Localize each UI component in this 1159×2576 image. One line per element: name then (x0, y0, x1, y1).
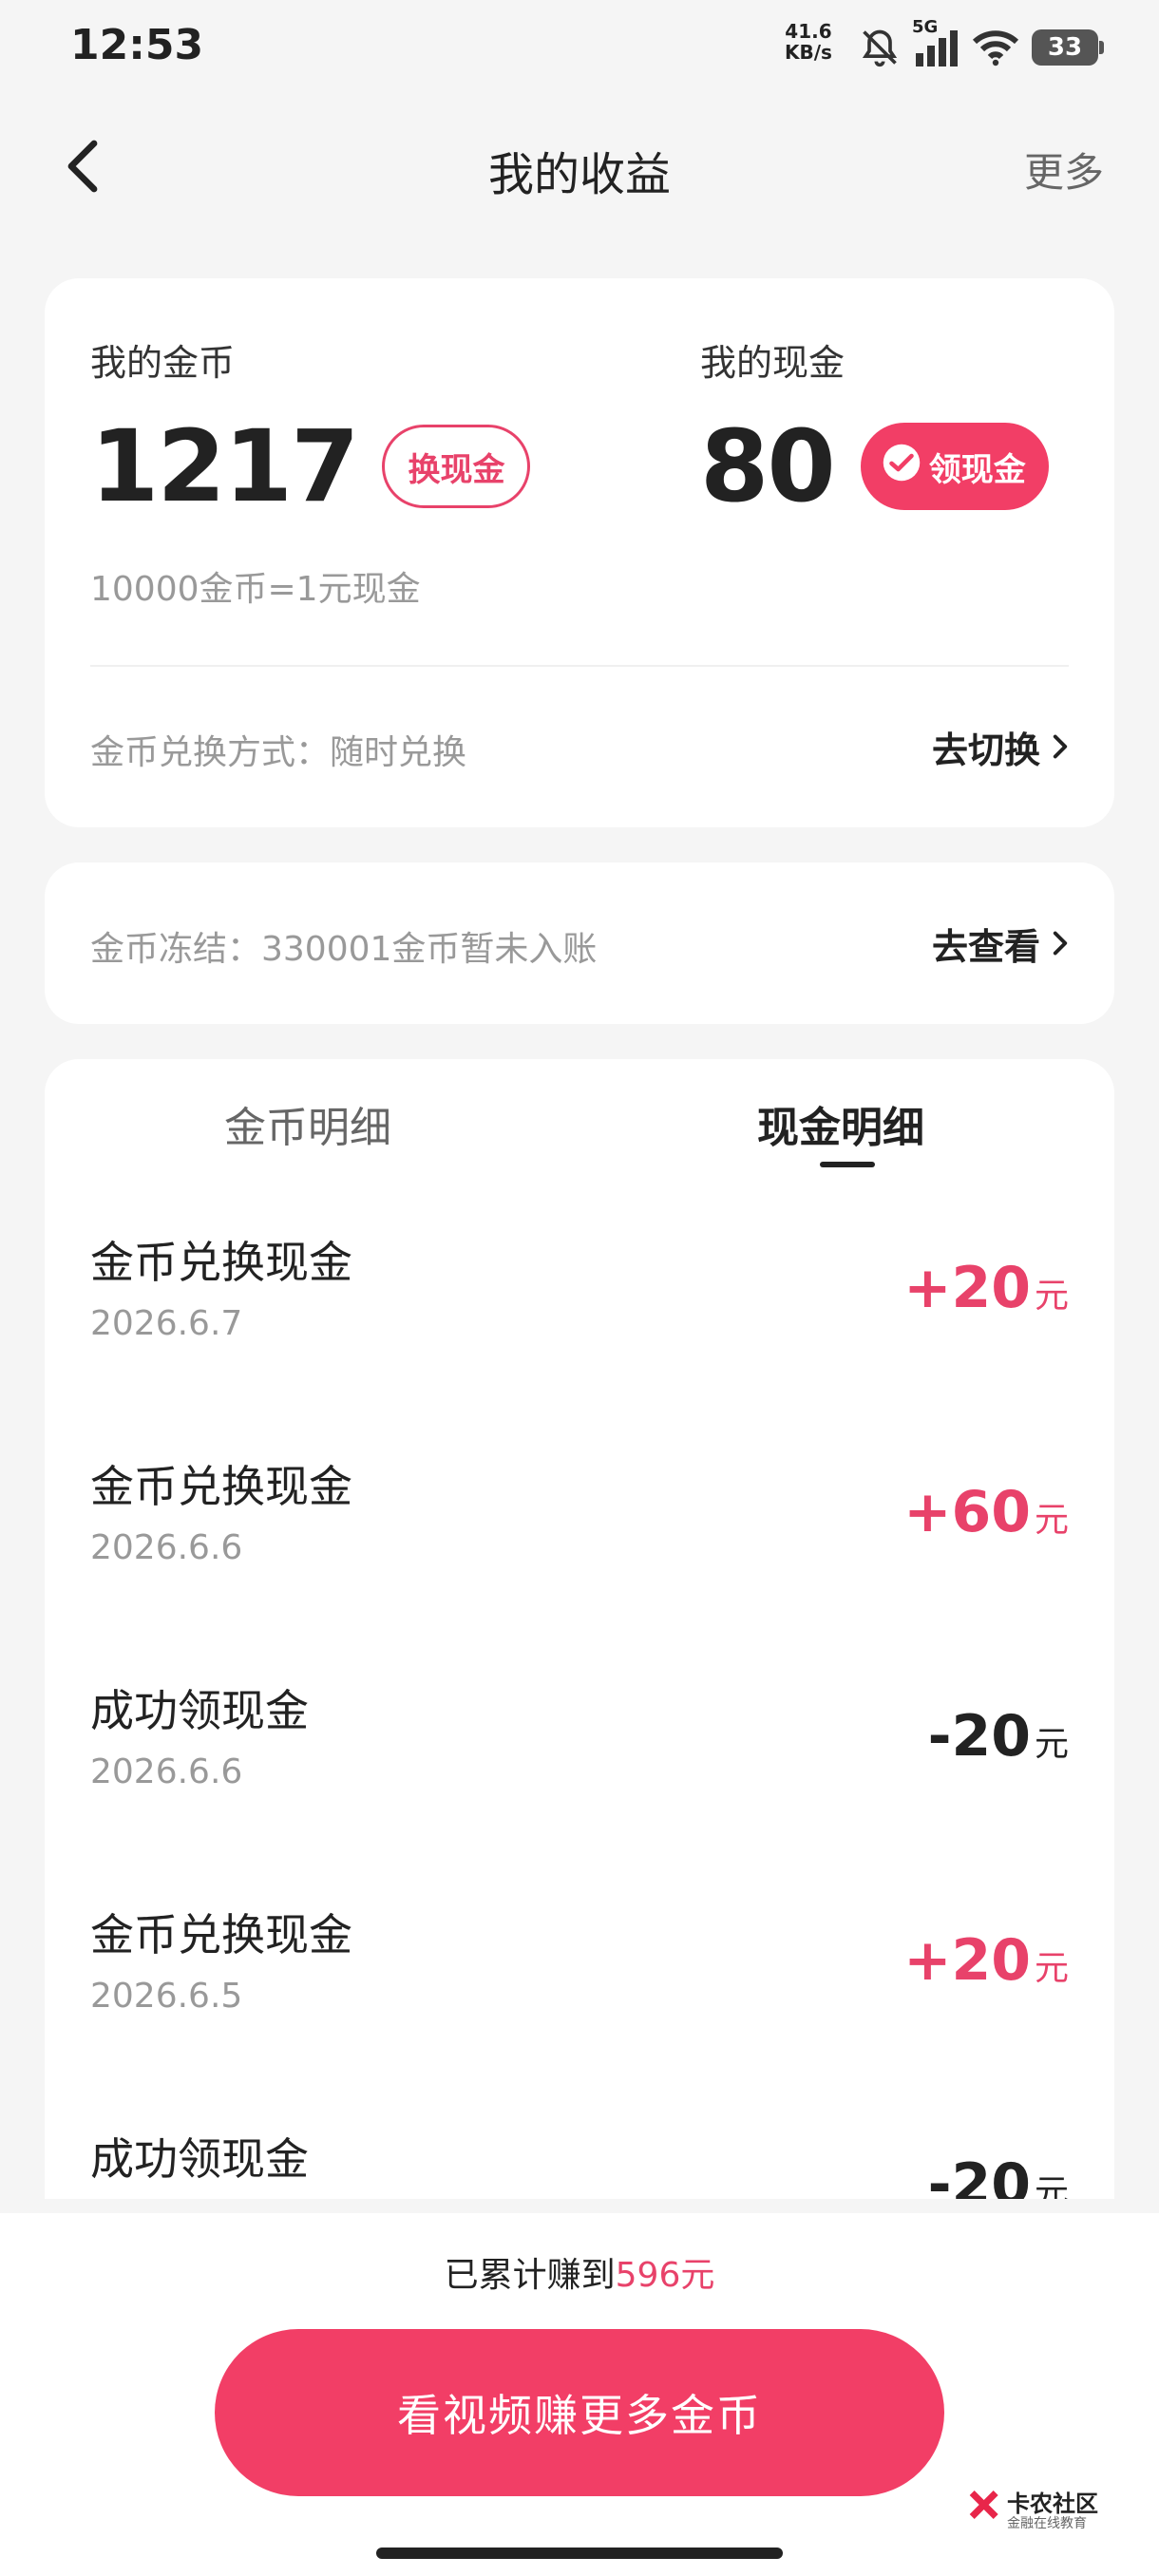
chevron-right-icon (1052, 923, 1069, 965)
record-title: 成功领现金 (90, 2133, 309, 2185)
record-amount-unit: 元 (1034, 1949, 1069, 1988)
record-amount: +60 元 (903, 1479, 1069, 1545)
record-amount-value: -20 (927, 1703, 1031, 1770)
coin-value: 1217 (90, 408, 359, 524)
total-earned-prefix: 已累计赚到 (444, 2256, 616, 2295)
record-amount: -20 元 (928, 2151, 1069, 2199)
record-title: 成功领现金 (90, 1685, 309, 1736)
exchange-rate-text: 10000金币=1元现金 (90, 570, 421, 609)
bell-muted-icon (859, 27, 901, 68)
wifi-icon (973, 28, 1018, 66)
watermark-logo: 卡农社区 金融在线教育 (963, 2491, 1098, 2532)
header: 我的收益 更多 (0, 114, 1159, 218)
record-amount-value: -20 (927, 2151, 1031, 2199)
status-bar: 12:53 41.6 KB/s 5G 33 (0, 0, 1159, 95)
record-amount: -20 元 (928, 1703, 1069, 1770)
switch-method-label: 去切换 (931, 729, 1040, 771)
more-button[interactable]: 更多 (1024, 141, 1104, 199)
coin-balance: 我的金币 1217 换现金 (90, 333, 531, 524)
network-type: 5G (912, 17, 939, 37)
divider (90, 665, 1069, 667)
record-item[interactable]: 金币兑换现金 2026.6.6 +60 元 (45, 1426, 1114, 1650)
active-tab-indicator (820, 1162, 875, 1167)
record-amount-value: +20 (903, 1255, 1031, 1321)
record-date: 2026.6.6 (90, 1528, 243, 1567)
cash-label: 我的现金 (700, 342, 846, 384)
record-item[interactable]: 金币兑换现金 2026.6.5 +20 元 (45, 1874, 1114, 2098)
watermark-sub: 金融在线教育 (1007, 2516, 1087, 2531)
record-date: 2026.6.7 (90, 1304, 243, 1343)
chevron-right-icon (1052, 727, 1069, 768)
record-date: 2026.6.6 (90, 1752, 243, 1791)
tab-coin-detail[interactable]: 金币明细 (224, 1093, 391, 1154)
frozen-coins-card: 金币冻结：330001金币暂未入账 去查看 (45, 862, 1114, 1024)
record-amount-value: +20 (903, 1927, 1031, 1994)
view-frozen-link[interactable]: 去查看 (932, 918, 1069, 970)
total-earned: 已累计赚到596元 (0, 2247, 1159, 2297)
record-amount: +20 元 (903, 1927, 1069, 1994)
network-speed: 41.6 KB/s (785, 21, 832, 63)
view-frozen-label: 去查看 (931, 926, 1040, 968)
cellular-signal-icon: 5G (912, 17, 960, 66)
cash-value: 80 (700, 408, 836, 524)
tab-cash-detail[interactable]: 现金明细 (757, 1093, 924, 1154)
total-earned-amount: 596元 (615, 2256, 715, 2295)
watermark-main: 卡农社区 (1007, 2491, 1098, 2517)
record-amount-unit: 元 (1034, 1501, 1069, 1540)
watch-video-button[interactable]: 看视频赚更多金币 (215, 2329, 944, 2496)
record-date: 2026.6.5 (90, 1977, 243, 2016)
battery-icon: 33 (1032, 29, 1104, 66)
exchange-method-text: 金币兑换方式：随时兑换 (90, 733, 467, 772)
record-title: 金币兑换现金 (90, 1461, 352, 1512)
detail-tabs: 金币明细 现金明细 (45, 1059, 1114, 1173)
record-amount-unit: 元 (1034, 1277, 1069, 1316)
exchange-cash-button[interactable]: 换现金 (382, 425, 531, 508)
network-speed-value: 41.6 (785, 20, 832, 43)
cash-balance: 我的现金 80 领现金 (700, 333, 1049, 519)
record-amount-value: +60 (903, 1479, 1031, 1545)
detail-card: 金币明细 现金明细 金币兑换现金 2026.6.7 +20 元 金币兑换现金 2… (45, 1059, 1114, 2199)
record-title: 金币兑换现金 (90, 1909, 352, 1960)
record-amount-unit: 元 (1034, 2173, 1069, 2199)
record-title: 金币兑换现金 (90, 1237, 352, 1288)
record-amount-unit: 元 (1034, 1725, 1069, 1764)
balance-card: 我的金币 1217 换现金 我的现金 80 领现金 10000金币=1元现金 金… (45, 278, 1114, 827)
community-logo-icon (963, 2491, 1001, 2532)
wechat-icon (882, 443, 922, 491)
frozen-coins-text: 金币冻结：330001金币暂未入账 (90, 930, 598, 969)
record-amount: +20 元 (903, 1255, 1069, 1321)
switch-method-link[interactable]: 去切换 (932, 721, 1069, 773)
status-icons: 5G 33 (859, 17, 1104, 74)
page-title: 我的收益 (487, 148, 671, 201)
home-indicator[interactable] (376, 2548, 783, 2559)
claim-cash-button[interactable]: 领现金 (860, 423, 1049, 510)
record-item[interactable]: 成功领现金 -20 元 (45, 2098, 1114, 2199)
coin-label: 我的金币 (90, 342, 236, 384)
record-item[interactable]: 成功领现金 2026.6.6 -20 元 (45, 1650, 1114, 1874)
record-item[interactable]: 金币兑换现金 2026.6.7 +20 元 (45, 1202, 1114, 1426)
status-time: 12:53 (70, 21, 204, 69)
network-speed-unit: KB/s (785, 41, 832, 64)
claim-cash-label: 领现金 (928, 450, 1026, 489)
